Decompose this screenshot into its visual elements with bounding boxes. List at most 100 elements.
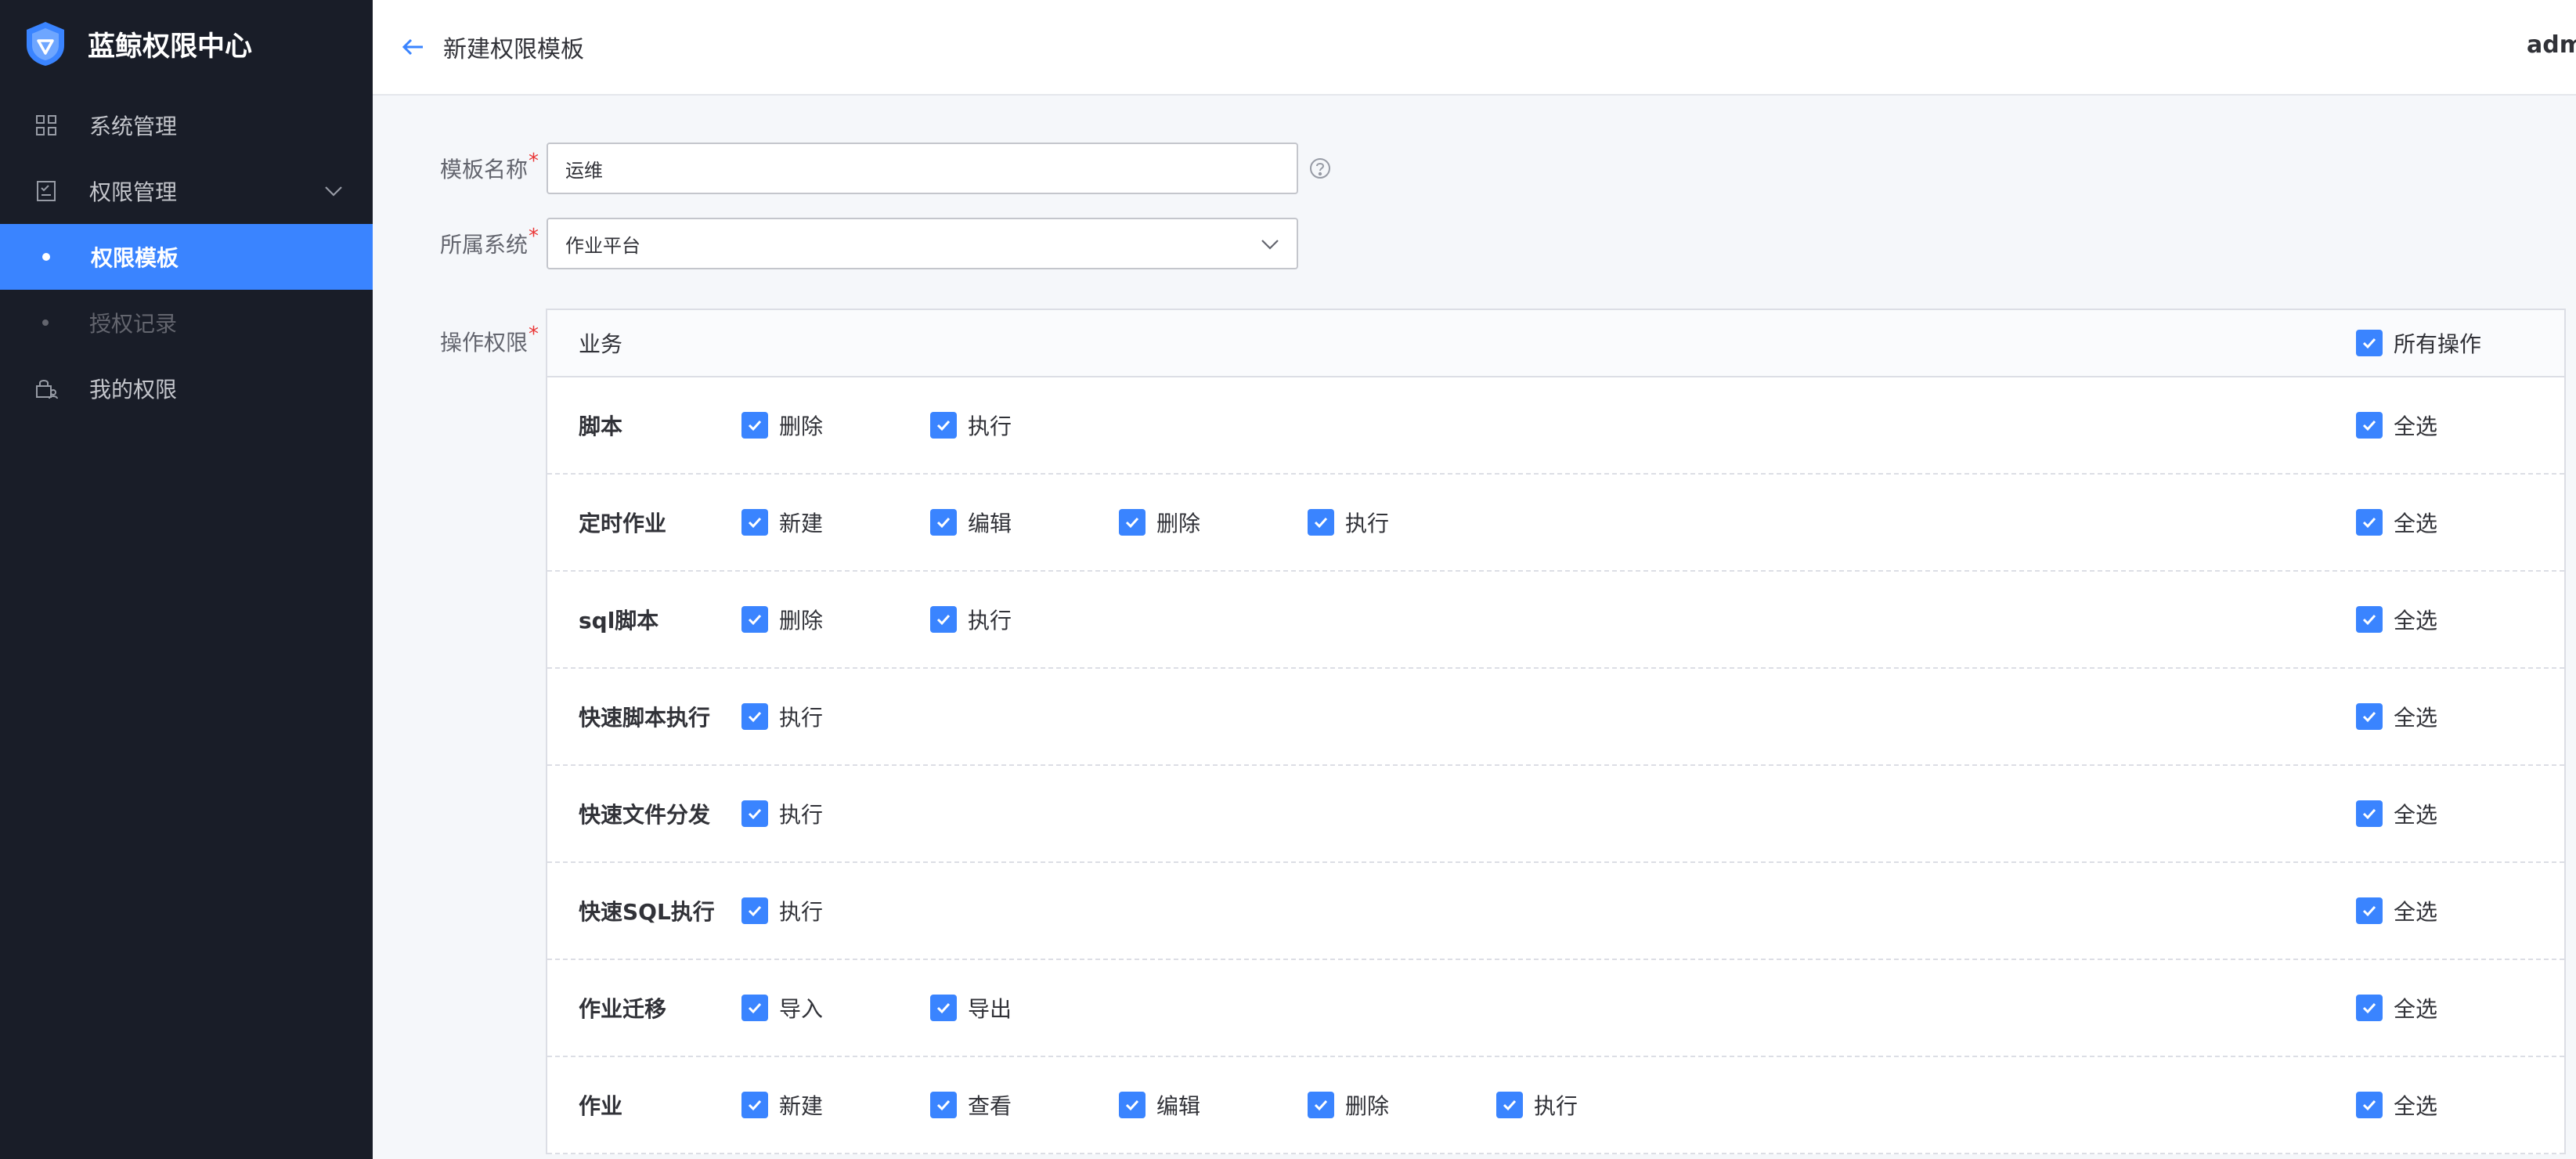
template-name-value: 运维 xyxy=(565,159,603,182)
operation-label: 查看 xyxy=(968,1093,1012,1119)
template-name-input[interactable]: 运维 xyxy=(547,143,1298,194)
operation-checkbox[interactable]: 执行 xyxy=(741,701,930,732)
checkbox-checked-icon xyxy=(2356,330,2383,356)
operation-checkbox[interactable]: 删除 xyxy=(741,410,930,441)
permission-row-name: 作业 xyxy=(579,1093,623,1119)
checkbox-checked-icon xyxy=(2356,1092,2383,1118)
operation-checkbox[interactable]: 执行 xyxy=(1496,1089,1685,1121)
operation-label: 执行 xyxy=(1345,511,1390,536)
select-all-label: 全选 xyxy=(2394,996,2438,1022)
operation-label: 导入 xyxy=(779,996,824,1022)
brand[interactable]: 蓝鲸权限中心 xyxy=(0,0,373,88)
checkbox-checked-icon xyxy=(741,897,768,924)
select-all-checkbox[interactable]: 全选 xyxy=(2356,604,2437,635)
operation-label: 执行 xyxy=(779,802,824,828)
permission-row: sql脚本 删除 执行 全选 xyxy=(547,572,2564,669)
operation-group: 导入 导出 xyxy=(741,992,1119,1024)
sidebar-item-label: 权限管理 xyxy=(89,179,178,205)
select-all-checkbox[interactable]: 全选 xyxy=(2356,1089,2437,1121)
app-root: 蓝鲸权限中心 系统管理 权限管理 权限模板 授权记录 我的权限 新建权限模板 a… xyxy=(0,0,2576,1159)
user-name[interactable]: adm xyxy=(2527,31,2576,59)
sidebar-item-authorization-records[interactable]: 授权记录 xyxy=(0,290,373,356)
required-mark: * xyxy=(529,150,539,173)
select-all-label: 全选 xyxy=(2394,413,2438,439)
permission-row-name: 脚本 xyxy=(579,413,623,439)
sidebar-item-permission-management[interactable]: 权限管理 xyxy=(0,158,373,224)
sidebar-item-label: 我的权限 xyxy=(89,377,178,403)
operation-label: 执行 xyxy=(1534,1093,1578,1119)
page-title: 新建权限模板 xyxy=(443,36,584,63)
select-all-checkbox[interactable]: 全选 xyxy=(2356,701,2437,732)
operation-checkbox[interactable]: 编辑 xyxy=(930,507,1119,538)
arrow-left-icon[interactable] xyxy=(399,33,428,61)
template-form: 模板名称 * 运维 所属系统 * 作业平台 xyxy=(435,143,1333,293)
operation-label: 编辑 xyxy=(1156,1093,1201,1119)
operation-checkbox[interactable]: 导入 xyxy=(741,992,930,1024)
select-all-label: 全选 xyxy=(2394,608,2438,634)
checkbox-checked-icon xyxy=(1119,509,1145,536)
operation-checkbox[interactable]: 执行 xyxy=(741,895,930,926)
permission-table: 业务 所有操作 脚本 删除 执行 全选 定时作业 新建 编辑 删除 执行 全选 sql脚本 删除 执行全… xyxy=(546,309,2566,1154)
operation-group: 执行 xyxy=(741,895,930,926)
all-operations-checkbox[interactable]: 所有操作 xyxy=(2356,327,2481,359)
operation-label: 执行 xyxy=(779,705,824,731)
operation-label: 导出 xyxy=(968,996,1012,1022)
label-text: 模板名称 xyxy=(439,157,528,182)
operation-label: 新建 xyxy=(779,511,824,536)
operation-checkbox[interactable]: 执行 xyxy=(930,410,1119,441)
select-all-checkbox[interactable]: 全选 xyxy=(2356,507,2437,538)
checkbox-checked-icon xyxy=(2356,509,2383,536)
operation-checkbox[interactable]: 执行 xyxy=(930,604,1119,635)
permission-row-name: 快速脚本执行 xyxy=(579,705,711,731)
operation-checkbox[interactable]: 编辑 xyxy=(1119,1089,1308,1121)
operation-checkbox[interactable]: 导出 xyxy=(930,992,1119,1024)
operation-label: 删除 xyxy=(779,413,824,439)
grid-icon xyxy=(33,112,60,139)
sidebar-item-system-management[interactable]: 系统管理 xyxy=(0,92,373,158)
operation-checkbox[interactable]: 删除 xyxy=(741,604,930,635)
lock-user-icon xyxy=(33,375,60,402)
select-all-checkbox[interactable]: 全选 xyxy=(2356,992,2437,1024)
page-header: 新建权限模板 adm xyxy=(373,0,2576,96)
business-header: 业务 xyxy=(579,331,623,357)
sidebar-item-my-permissions[interactable]: 我的权限 xyxy=(0,356,373,421)
select-all-label: 全选 xyxy=(2394,511,2438,536)
permission-row-name: sql脚本 xyxy=(579,608,659,634)
bullet-dot-icon xyxy=(42,253,50,261)
operation-label: 执行 xyxy=(779,899,824,925)
operation-checkbox[interactable]: 删除 xyxy=(1119,507,1308,538)
operation-checkbox[interactable]: 执行 xyxy=(1308,507,1496,538)
checkbox-checked-icon xyxy=(741,995,768,1021)
sidebar: 蓝鲸权限中心 系统管理 权限管理 权限模板 授权记录 我的权限 xyxy=(0,0,373,1159)
checkbox-checked-icon xyxy=(741,1092,768,1118)
select-all-label: 全选 xyxy=(2394,1093,2438,1119)
all-operations-label: 所有操作 xyxy=(2394,331,2482,357)
checkbox-checked-icon xyxy=(1308,1092,1334,1118)
shield-logo-icon xyxy=(27,22,64,66)
operation-checkbox[interactable]: 查看 xyxy=(930,1089,1119,1121)
checkbox-checked-icon xyxy=(2356,412,2383,439)
permission-row: 快速文件分发 执行 全选 xyxy=(547,766,2564,863)
checklist-icon xyxy=(33,178,60,204)
select-all-checkbox[interactable]: 全选 xyxy=(2356,410,2437,441)
operation-checkbox[interactable]: 执行 xyxy=(741,798,930,829)
system-select[interactable]: 作业平台 xyxy=(547,218,1298,269)
permission-row: 定时作业 新建 编辑 删除 执行 全选 xyxy=(547,475,2564,572)
select-all-checkbox[interactable]: 全选 xyxy=(2356,798,2437,829)
checkbox-checked-icon xyxy=(1308,509,1334,536)
permission-row-name: 作业迁移 xyxy=(579,996,667,1022)
permission-row: 作业 新建 查看 编辑 删除 执行 全选 xyxy=(547,1057,2564,1154)
system-select-value: 作业平台 xyxy=(565,234,640,257)
required-mark: * xyxy=(529,323,539,346)
select-all-checkbox[interactable]: 全选 xyxy=(2356,895,2437,926)
bullet-dot-icon xyxy=(42,320,49,326)
sidebar-item-permission-template[interactable]: 权限模板 xyxy=(0,224,373,290)
operation-group: 新建 编辑 删除 执行 xyxy=(741,507,1496,538)
operation-checkbox[interactable]: 新建 xyxy=(741,507,930,538)
chevron-down-icon xyxy=(1261,240,1279,250)
required-mark: * xyxy=(529,225,539,248)
help-circle-icon[interactable] xyxy=(1308,156,1333,181)
operation-checkbox[interactable]: 新建 xyxy=(741,1089,930,1121)
operation-label: 删除 xyxy=(779,608,824,634)
operation-checkbox[interactable]: 删除 xyxy=(1308,1089,1496,1121)
